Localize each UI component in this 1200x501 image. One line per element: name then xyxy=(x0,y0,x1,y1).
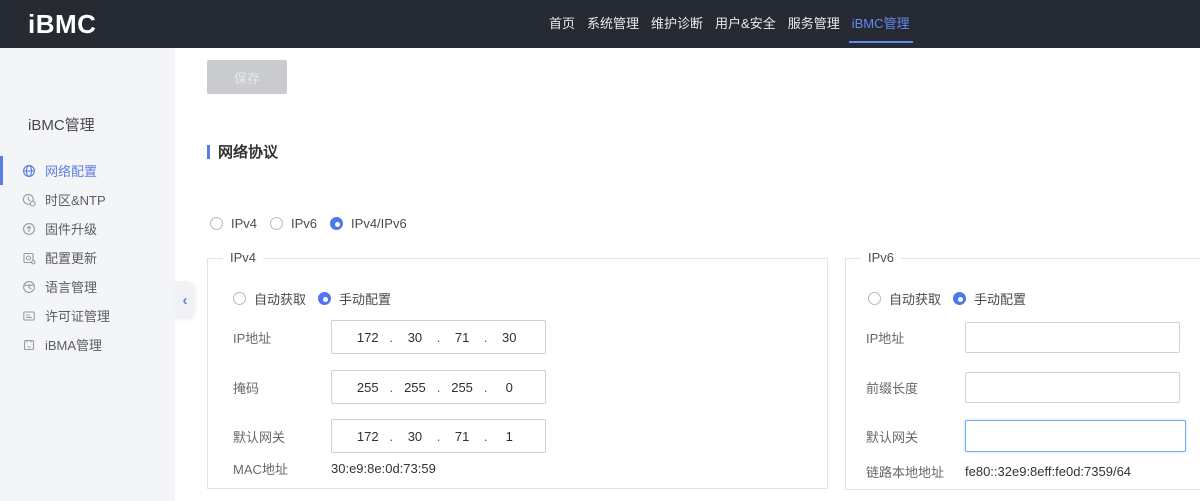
ipv6-gateway-row: 默认网关 xyxy=(866,419,1186,453)
ipv6-ip-row: IP地址 xyxy=(866,320,1180,354)
link-local-address-value: fe80::32e9:8eff:fe0d:7359/64 xyxy=(965,464,1131,479)
top-bar: iBMC 首页 系统管理 维护诊断 用户&安全 服务管理 iBMC管理 xyxy=(0,0,1200,48)
ibmc-logo: iBMC xyxy=(28,0,96,48)
radio-ipv6[interactable]: IPv6 xyxy=(270,216,317,231)
octet-input[interactable]: 172 xyxy=(346,330,390,345)
sidebar-item-label: 许可证管理 xyxy=(45,306,110,325)
ipv6-link-local-row: 链路本地地址 fe80::32e9:8eff:fe0d:7359/64 xyxy=(866,456,1131,486)
section-accent-bar xyxy=(207,145,210,159)
ipv4-gateway-input[interactable]: 172 . 30 . 71 . 1 xyxy=(331,419,546,453)
ipv4-mac-row: MAC地址 30:e9:8e:0d:73:59 xyxy=(233,451,436,485)
mac-address-value: 30:e9:8e:0d:73:59 xyxy=(331,461,436,476)
ipv6-panel: IPv6 自动获取 手动配置 IP地址 前缀长度 默认网关 链路本地地址 xyxy=(845,258,1200,490)
radio-ipv4[interactable]: IPv4 xyxy=(210,216,257,231)
ipv4-radio-auto[interactable]: 自动获取 xyxy=(233,289,306,308)
octet-input[interactable]: 255 xyxy=(393,380,437,395)
top-nav: 首页 系统管理 维护诊断 用户&安全 服务管理 iBMC管理 xyxy=(549,0,910,48)
ipv6-ip-input[interactable] xyxy=(965,322,1180,353)
sidebar-item-network-config[interactable]: 网络配置 xyxy=(0,156,175,185)
ipv6-radio-manual[interactable]: 手动配置 xyxy=(953,289,1026,308)
section-header: 网络协议 xyxy=(207,141,278,162)
radio-icon[interactable] xyxy=(233,292,246,305)
ipv4-mode-row: 自动获取 手动配置 xyxy=(233,289,391,308)
chevron-left-icon: ‹ xyxy=(183,292,188,309)
save-button[interactable]: 保存 xyxy=(207,60,287,94)
octet-input[interactable]: 1 xyxy=(487,429,531,444)
radio-icon[interactable] xyxy=(210,217,223,230)
sidebar-item-firmware-upgrade[interactable]: 固件升级 xyxy=(0,214,175,243)
sidebar-item-language[interactable]: 语言管理 xyxy=(0,272,175,301)
octet-input[interactable]: 30 xyxy=(393,429,437,444)
network-icon xyxy=(22,164,36,178)
sidebar-item-timezone-ntp[interactable]: 时区&NTP xyxy=(0,185,175,214)
nav-item-maintenance[interactable]: 维护诊断 xyxy=(651,0,703,48)
ipv4-ip-row: IP地址 172 . 30 . 71 . 30 xyxy=(233,320,546,354)
ipv4-ip-input[interactable]: 172 . 30 . 71 . 30 xyxy=(331,320,546,354)
nav-item-home[interactable]: 首页 xyxy=(549,0,575,48)
protocol-radio-row: IPv4 IPv6 IPv4/IPv6 xyxy=(210,216,407,231)
ipv6-gateway-input[interactable] xyxy=(965,420,1186,452)
license-icon xyxy=(22,309,36,323)
nav-item-ibmc-management[interactable]: iBMC管理 xyxy=(852,0,910,48)
radio-icon[interactable] xyxy=(318,292,331,305)
timezone-icon xyxy=(22,193,36,207)
ipv6-prefix-input[interactable] xyxy=(965,372,1180,403)
nav-item-system[interactable]: 系统管理 xyxy=(587,0,639,48)
octet-input[interactable]: 71 xyxy=(440,330,484,345)
app-window: iBMC 首页 系统管理 维护诊断 用户&安全 服务管理 iBMC管理 iBMC… xyxy=(0,0,1200,501)
radio-icon[interactable] xyxy=(868,292,881,305)
ipv4-panel-legend: IPv4 xyxy=(223,250,263,265)
ipv6-radio-auto[interactable]: 自动获取 xyxy=(868,289,941,308)
sidebar-item-label: 固件升级 xyxy=(45,219,97,238)
octet-input[interactable]: 0 xyxy=(487,380,531,395)
ibma-icon xyxy=(22,338,36,352)
octet-input[interactable]: 255 xyxy=(440,380,484,395)
octet-input[interactable]: 172 xyxy=(346,429,390,444)
ipv4-radio-manual[interactable]: 手动配置 xyxy=(318,289,391,308)
sidebar-title: iBMC管理 xyxy=(28,114,95,135)
octet-input[interactable]: 30 xyxy=(393,330,437,345)
octet-input[interactable]: 30 xyxy=(487,330,531,345)
sidebar-menu: 网络配置 时区&NTP 固件升级 xyxy=(0,156,175,359)
sidebar-collapse-handle[interactable]: ‹ xyxy=(175,281,195,319)
ipv6-prefix-row: 前缀长度 xyxy=(866,370,1180,404)
nav-item-services[interactable]: 服务管理 xyxy=(788,0,840,48)
ipv6-panel-legend: IPv6 xyxy=(861,250,901,265)
sidebar-item-label: 时区&NTP xyxy=(45,190,106,209)
sidebar-item-label: 配置更新 xyxy=(45,248,97,267)
sidebar-item-license[interactable]: 许可证管理 xyxy=(0,301,175,330)
ipv4-mask-input[interactable]: 255 . 255 . 255 . 0 xyxy=(331,370,546,404)
section-title: 网络协议 xyxy=(218,141,278,162)
sidebar-item-config-update[interactable]: 配置更新 xyxy=(0,243,175,272)
radio-ipv4-ipv6[interactable]: IPv4/IPv6 xyxy=(330,216,407,231)
firmware-upgrade-icon xyxy=(22,222,36,236)
radio-icon[interactable] xyxy=(330,217,343,230)
sidebar-item-label: iBMA管理 xyxy=(45,335,102,354)
language-icon xyxy=(22,280,36,294)
sidebar-item-label: 网络配置 xyxy=(45,161,97,180)
config-update-icon xyxy=(22,251,36,265)
radio-icon[interactable] xyxy=(270,217,283,230)
sidebar-item-ibma[interactable]: iBMA管理 xyxy=(0,330,175,359)
ipv4-gateway-row: 默认网关 172 . 30 . 71 . 1 xyxy=(233,419,546,453)
sidebar: iBMC管理 网络配置 时区&NTP xyxy=(0,48,175,501)
ipv6-mode-row: 自动获取 手动配置 xyxy=(868,289,1026,308)
ipv4-panel: IPv4 自动获取 手动配置 IP地址 172 . 30 . 71 . 30 xyxy=(207,258,828,489)
ipv4-mask-row: 掩码 255 . 255 . 255 . 0 xyxy=(233,370,546,404)
radio-icon[interactable] xyxy=(953,292,966,305)
sidebar-item-label: 语言管理 xyxy=(45,277,97,296)
nav-item-user-security[interactable]: 用户&安全 xyxy=(715,0,776,48)
octet-input[interactable]: 255 xyxy=(346,380,390,395)
octet-input[interactable]: 71 xyxy=(440,429,484,444)
